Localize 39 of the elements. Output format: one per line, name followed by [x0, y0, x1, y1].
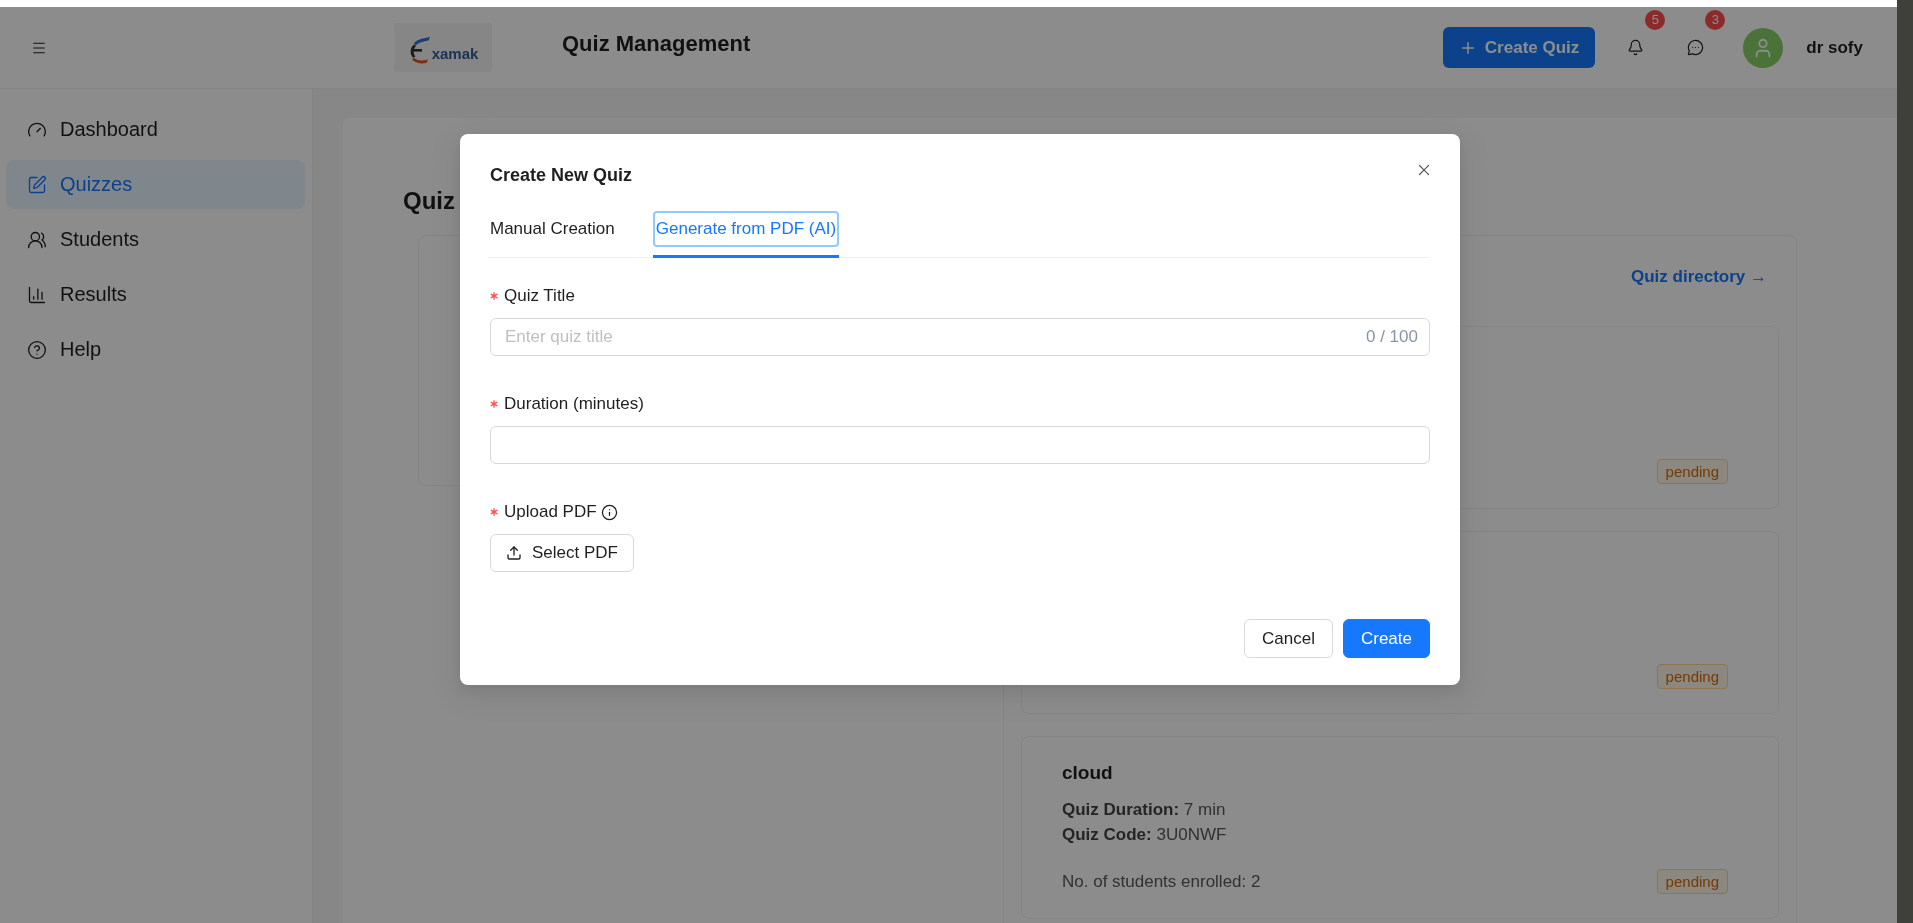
status-tag: pending — [1656, 459, 1728, 484]
field-label: Upload PDF — [504, 501, 597, 523]
field-label: Duration (minutes) — [504, 393, 644, 415]
quiz-card[interactable]: cloud Quiz Duration: 7 min Quiz Code: 3U0NWF No. of students enrolled: 2 pending — [1021, 736, 1779, 919]
dialog-title: Create New Quiz — [490, 164, 633, 187]
character-count: 0 / 100 — [1366, 327, 1418, 347]
sidebar-item[interactable]: Help — [6, 325, 305, 374]
sidebar-item[interactable]: Dashboard — [6, 105, 305, 154]
notification-count: 5 — [1645, 10, 1666, 30]
user-name: dr sofy — [1806, 37, 1863, 58]
status-tag: pending — [1656, 664, 1728, 689]
field-label: Quiz Title — [504, 285, 575, 307]
enrolled-count: No. of students enrolled: 2 — [1062, 871, 1261, 892]
quiz-directory-link[interactable]: Quiz directory → — [1630, 266, 1767, 288]
bar-chart-icon — [27, 284, 47, 305]
upload-icon — [506, 545, 522, 561]
select-pdf-button[interactable]: Select PDF — [490, 534, 634, 572]
page-title: Quiz Management — [562, 29, 751, 58]
chat-icon[interactable] — [1687, 39, 1705, 56]
logo-text: xamak — [431, 45, 479, 62]
sidebar-item[interactable]: Results — [6, 270, 305, 319]
quiz-detail: Quiz Duration: 7 min — [1062, 799, 1227, 821]
help-icon — [27, 339, 47, 360]
edit-icon — [27, 174, 47, 195]
quiz-detail: Quiz Code: 3U0NWF — [1062, 824, 1228, 846]
tab[interactable]: Manual Creation — [487, 202, 618, 258]
sidebar-item[interactable]: Students — [6, 215, 305, 264]
create-button[interactable]: Create — [1342, 619, 1430, 658]
users-icon — [27, 229, 47, 250]
info-icon[interactable] — [600, 503, 618, 521]
section-heading: Quiz — [403, 186, 455, 216]
status-tag: pending — [1656, 869, 1728, 894]
bell-icon[interactable] — [1627, 39, 1645, 56]
tab[interactable]: Generate from PDF (AI) — [652, 202, 840, 258]
cancel-button[interactable]: Cancel — [1244, 619, 1333, 658]
text-input[interactable] — [490, 426, 1430, 464]
message-count: 3 — [1705, 10, 1726, 30]
quiz-title: cloud — [1062, 761, 1114, 785]
create-quiz-button[interactable]: Create Quiz — [1442, 27, 1596, 68]
